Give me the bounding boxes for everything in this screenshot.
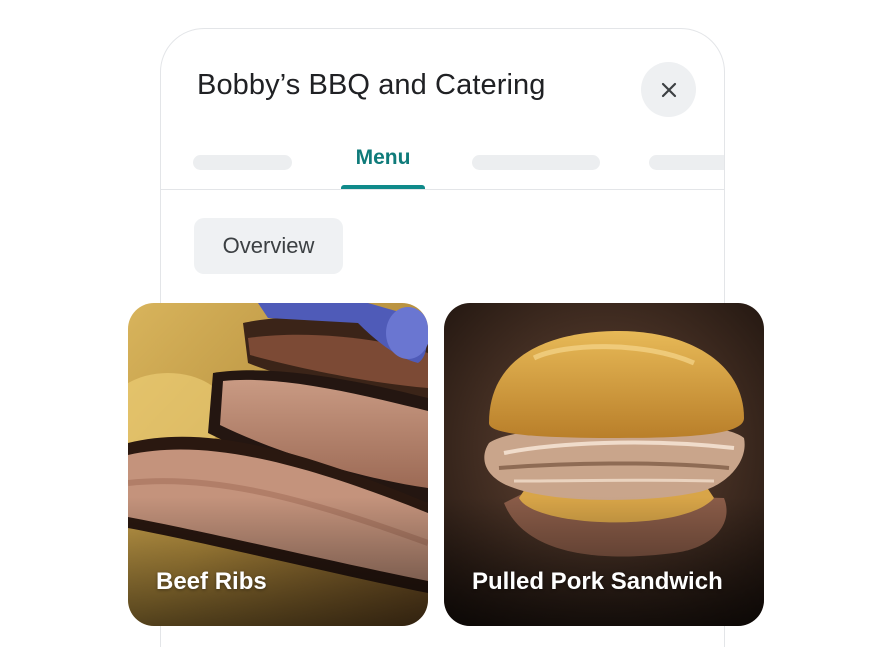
menu-item-label: Beef Ribs: [156, 568, 267, 595]
overview-chip[interactable]: Overview: [194, 218, 343, 274]
tab-active-indicator: [341, 185, 425, 189]
stage: Bobby’s BBQ and Catering Menu Overview B…: [0, 0, 886, 647]
tab-placeholder-1[interactable]: [193, 155, 292, 170]
tab-placeholder-3[interactable]: [649, 155, 724, 170]
tab-placeholder-2[interactable]: [472, 155, 600, 170]
close-button[interactable]: [641, 62, 696, 117]
business-title: Bobby’s BBQ and Catering: [197, 69, 546, 101]
tab-bar: Menu: [161, 139, 724, 190]
tab-menu-label: Menu: [355, 146, 411, 169]
menu-item-label: Pulled Pork Sandwich: [472, 568, 723, 595]
menu-item-beef-ribs[interactable]: Beef Ribs: [128, 303, 428, 626]
close-icon: [661, 82, 676, 97]
menu-item-pulled-pork-sandwich[interactable]: Pulled Pork Sandwich: [444, 303, 764, 626]
tab-menu[interactable]: Menu: [341, 139, 425, 189]
